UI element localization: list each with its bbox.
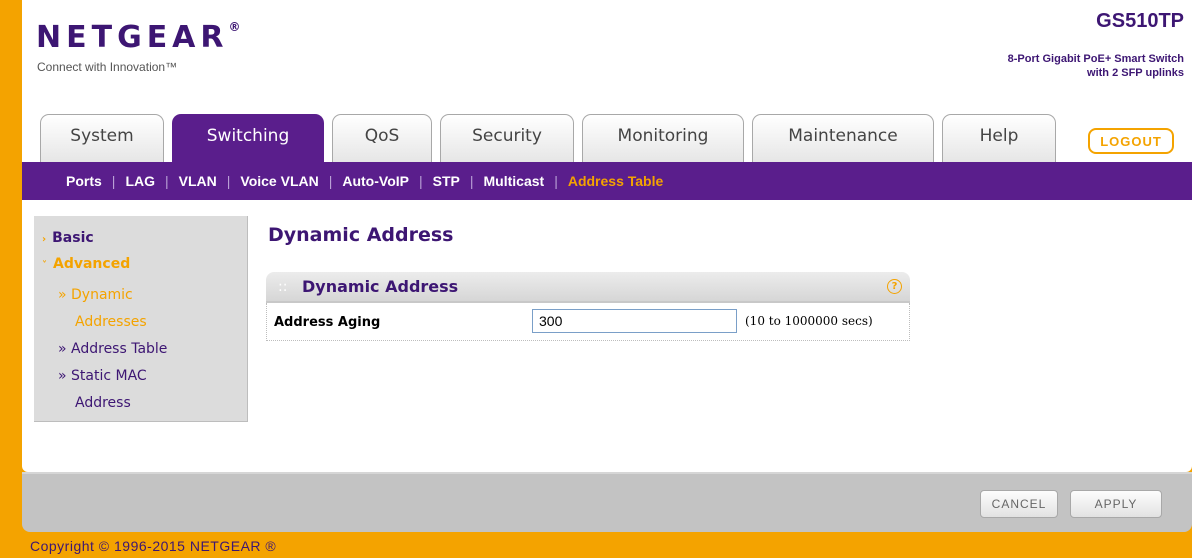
action-bar: CANCEL APPLY [22, 472, 1192, 532]
page: NETGEAR® Connect with Innovation™ GS510T… [22, 0, 1192, 558]
subnav-vlan[interactable]: VLAN [179, 173, 217, 189]
subnav-separator: | [328, 173, 333, 189]
subnav-separator: | [226, 173, 231, 189]
address-aging-row: Address Aging (10 to 1000000 secs) [266, 303, 910, 341]
tab-qos[interactable]: QoS [332, 114, 432, 162]
apply-button[interactable]: APPLY [1070, 490, 1162, 518]
sidebar-sub-label: » Address Table [58, 341, 168, 357]
model-description: 8-Port Gigabit PoE+ Smart Switch with 2 … [924, 52, 1184, 80]
page-title: Dynamic Address [268, 224, 454, 246]
tab-security[interactable]: Security [440, 114, 574, 162]
subnav-auto-voip[interactable]: Auto-VoIP [342, 173, 409, 189]
tab-help[interactable]: Help [942, 114, 1056, 162]
panel-title: Dynamic Address [302, 277, 459, 296]
model-desc-line-2: with 2 SFP uplinks [1087, 67, 1184, 79]
model-desc-line-1: 8-Port Gigabit PoE+ Smart Switch [1007, 53, 1184, 65]
chevron-down-icon: ˅ [42, 260, 47, 271]
sidebar-item-basic[interactable]: › Basic [42, 230, 247, 256]
subnav-stp[interactable]: STP [433, 173, 460, 189]
sidebar-sub-label: » Dynamic [58, 287, 133, 303]
sidebar-item-address-table[interactable]: » Address Table [42, 336, 247, 363]
sidebar-item-static-mac-address[interactable]: » Static MAC Address [42, 363, 247, 417]
logo-registered-mark: ® [228, 20, 241, 34]
subnav-separator: | [554, 173, 558, 189]
content-area: › Basic ˅ Advanced » Dynamic Addresses » A… [22, 200, 1192, 472]
sidebar-item-advanced[interactable]: ˅ Advanced [42, 256, 247, 282]
address-aging-label: Address Aging [274, 315, 381, 330]
logout-button[interactable]: LOGOUT [1088, 128, 1174, 154]
subnav-multicast[interactable]: Multicast [484, 173, 545, 189]
drag-grip-icon: :: [278, 279, 288, 295]
address-aging-range-hint: (10 to 1000000 secs) [745, 314, 873, 328]
panel-header: :: Dynamic Address ? [266, 272, 910, 303]
sidebar-item-basic-label: Basic [52, 230, 94, 246]
subnav-separator: | [418, 173, 423, 189]
header: NETGEAR® Connect with Innovation™ GS510T… [22, 0, 1192, 176]
tab-maintenance[interactable]: Maintenance [752, 114, 934, 162]
sidebar-item-dynamic-addresses[interactable]: » Dynamic Addresses [42, 282, 247, 336]
copyright-text: Copyright © 1996-2015 NETGEAR ® [30, 538, 277, 554]
logo-text: NETGEAR [36, 20, 229, 55]
cancel-button[interactable]: CANCEL [980, 490, 1058, 518]
sub-navigation: Ports | LAG | VLAN | Voice VLAN | Auto-V… [22, 162, 1192, 200]
netgear-logo: NETGEAR® [36, 20, 241, 55]
subnav-ports[interactable]: Ports [66, 173, 102, 189]
tab-monitoring[interactable]: Monitoring [582, 114, 744, 162]
subnav-voice-vlan[interactable]: Voice VLAN [240, 173, 318, 189]
tab-switching[interactable]: Switching [172, 114, 324, 162]
subnav-lag[interactable]: LAG [125, 173, 155, 189]
sidebar-sub-label-cont: Address [75, 395, 131, 411]
address-aging-input[interactable] [532, 309, 737, 333]
dynamic-address-panel: :: Dynamic Address ? Address Aging (10 t… [266, 272, 910, 343]
subnav-separator: | [111, 173, 116, 189]
sidebar-sub-label: » Static MAC [58, 368, 147, 384]
sidebar-item-advanced-label: Advanced [53, 256, 131, 272]
tab-system[interactable]: System [40, 114, 164, 162]
sidebar-sub-label-cont: Addresses [75, 314, 147, 330]
subnav-separator: | [469, 173, 474, 189]
subnav-separator: | [165, 173, 169, 189]
chevron-right-icon: › [42, 234, 47, 245]
subnav-address-table[interactable]: Address Table [568, 173, 663, 189]
sidebar: › Basic ˅ Advanced » Dynamic Addresses » A… [34, 216, 248, 422]
tagline: Connect with Innovation™ [37, 60, 178, 74]
help-icon[interactable]: ? [887, 279, 902, 294]
model-name: GS510TP [1096, 10, 1184, 32]
